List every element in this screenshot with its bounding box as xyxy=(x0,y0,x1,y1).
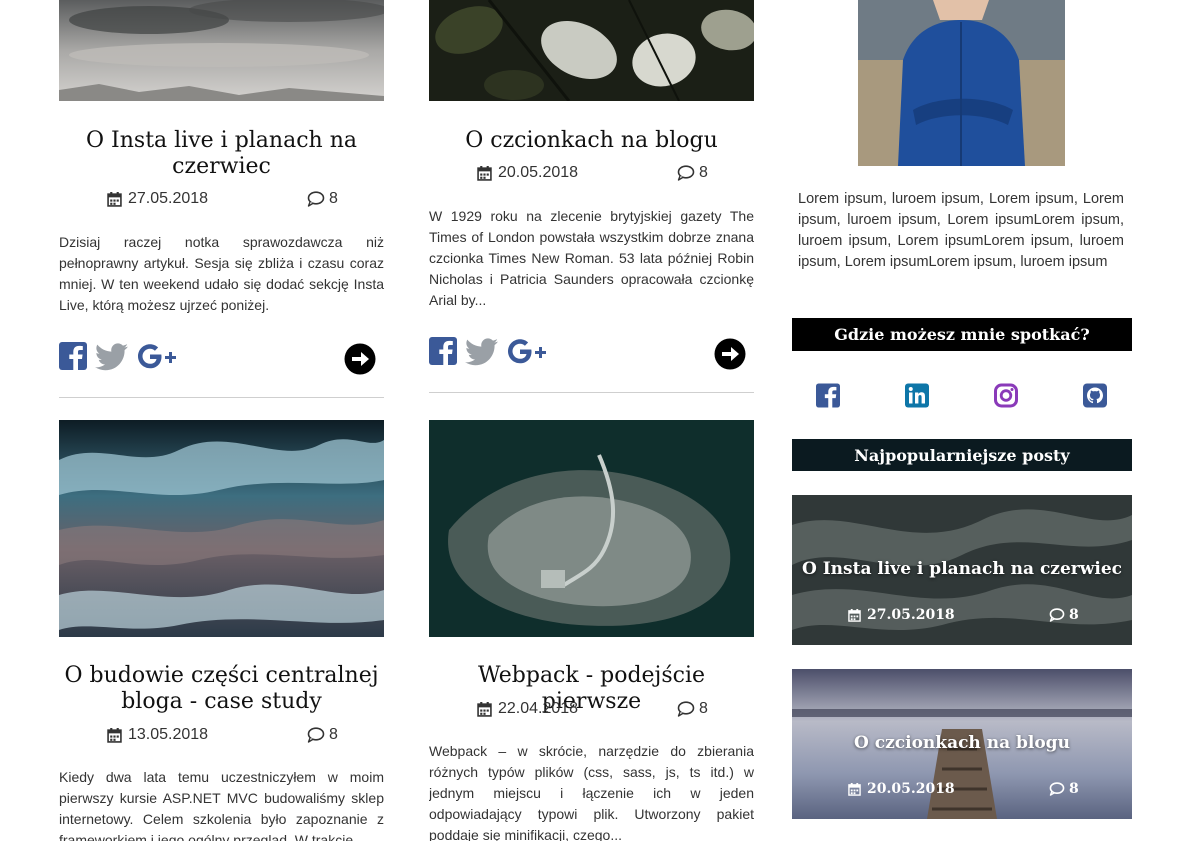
comment-icon xyxy=(307,727,325,743)
comment-icon xyxy=(307,191,325,207)
post-title[interactable]: O czcionkach na blogu xyxy=(429,128,754,154)
facebook-icon[interactable] xyxy=(816,383,840,408)
twitter-icon[interactable] xyxy=(95,343,128,371)
author-bio: Lorem ipsum, luroem ipsum, Lorem ipsum, … xyxy=(798,191,1124,270)
popular-post-date: 20.05.2018 xyxy=(867,781,955,797)
divider xyxy=(59,397,384,398)
share-bar xyxy=(429,336,754,370)
post-image-aerial-rocks[interactable] xyxy=(429,420,754,637)
popular-heading: Najpopularniejsze posty xyxy=(792,439,1132,471)
share-bar xyxy=(59,341,384,375)
author-photo xyxy=(858,0,1065,166)
popular-post-comments: 8 xyxy=(1069,781,1079,797)
facebook-icon[interactable] xyxy=(59,341,87,371)
post-excerpt: Dzisiaj raczej notka sprawozdawcza niż p… xyxy=(59,234,384,313)
post-meta: 20.05.2018 8 xyxy=(429,164,754,184)
post-excerpt: W 1929 roku na zlecenie brytyjskiej gaze… xyxy=(429,208,754,308)
calendar-icon xyxy=(848,608,861,622)
post-excerpt: Kiedy dwa lata temu uczestniczyłem w moi… xyxy=(59,769,384,841)
twitter-icon[interactable] xyxy=(465,338,498,366)
arrow-right-icon[interactable] xyxy=(344,343,376,375)
comment-icon xyxy=(1049,782,1065,796)
post-meta: 13.05.2018 8 xyxy=(59,726,384,746)
post-title[interactable]: O budowie części centralnej bloga - case… xyxy=(59,663,384,715)
google-plus-icon[interactable] xyxy=(136,343,178,371)
post-image-clouds[interactable] xyxy=(59,0,389,101)
divider xyxy=(429,392,754,393)
comment-icon xyxy=(677,165,695,181)
facebook-icon[interactable] xyxy=(429,336,457,366)
calendar-icon xyxy=(477,701,492,717)
arrow-right-icon[interactable] xyxy=(714,338,746,370)
comment-count: 8 xyxy=(329,190,338,207)
post-image-waves[interactable] xyxy=(59,420,384,637)
post-date: 22.04.2018 xyxy=(498,700,579,717)
calendar-icon xyxy=(848,782,861,796)
google-plus-icon[interactable] xyxy=(506,338,548,366)
github-icon[interactable] xyxy=(1083,383,1107,408)
post-meta: 27.05.2018 8 xyxy=(59,190,384,210)
post-date: 27.05.2018 xyxy=(128,190,209,207)
popular-post-comments: 8 xyxy=(1069,607,1079,623)
calendar-icon xyxy=(107,191,122,207)
linkedin-icon[interactable] xyxy=(905,383,929,408)
meet-heading: Gdzie możesz mnie spotkać? xyxy=(792,318,1132,351)
popular-post-title[interactable]: O Insta live i planach na czerwiec xyxy=(792,559,1132,579)
calendar-icon xyxy=(477,165,492,181)
instagram-icon[interactable] xyxy=(994,383,1018,408)
post-date: 13.05.2018 xyxy=(128,726,209,743)
comment-icon xyxy=(677,701,695,717)
post-title[interactable]: O Insta live i planach na czerwiec xyxy=(59,128,384,180)
post-meta: 22.04.2018 8 xyxy=(429,700,754,720)
popular-post[interactable]: O czcionkach na blogu 20.05.2018 8 xyxy=(792,669,1132,819)
comment-count: 8 xyxy=(699,700,708,717)
popular-post-title[interactable]: O czcionkach na blogu xyxy=(792,733,1132,753)
post-date: 20.05.2018 xyxy=(498,164,579,181)
post-excerpt: Webpack – w skrócie, narzędzie do zbiera… xyxy=(429,743,754,841)
comment-count: 8 xyxy=(329,726,338,743)
comment-icon xyxy=(1049,608,1065,622)
post-image-leaves[interactable] xyxy=(429,0,757,102)
popular-post[interactable]: O Insta live i planach na czerwiec 27.05… xyxy=(792,495,1132,645)
comment-count: 8 xyxy=(699,164,708,181)
calendar-icon xyxy=(107,727,122,743)
popular-post-date: 27.05.2018 xyxy=(867,607,955,623)
